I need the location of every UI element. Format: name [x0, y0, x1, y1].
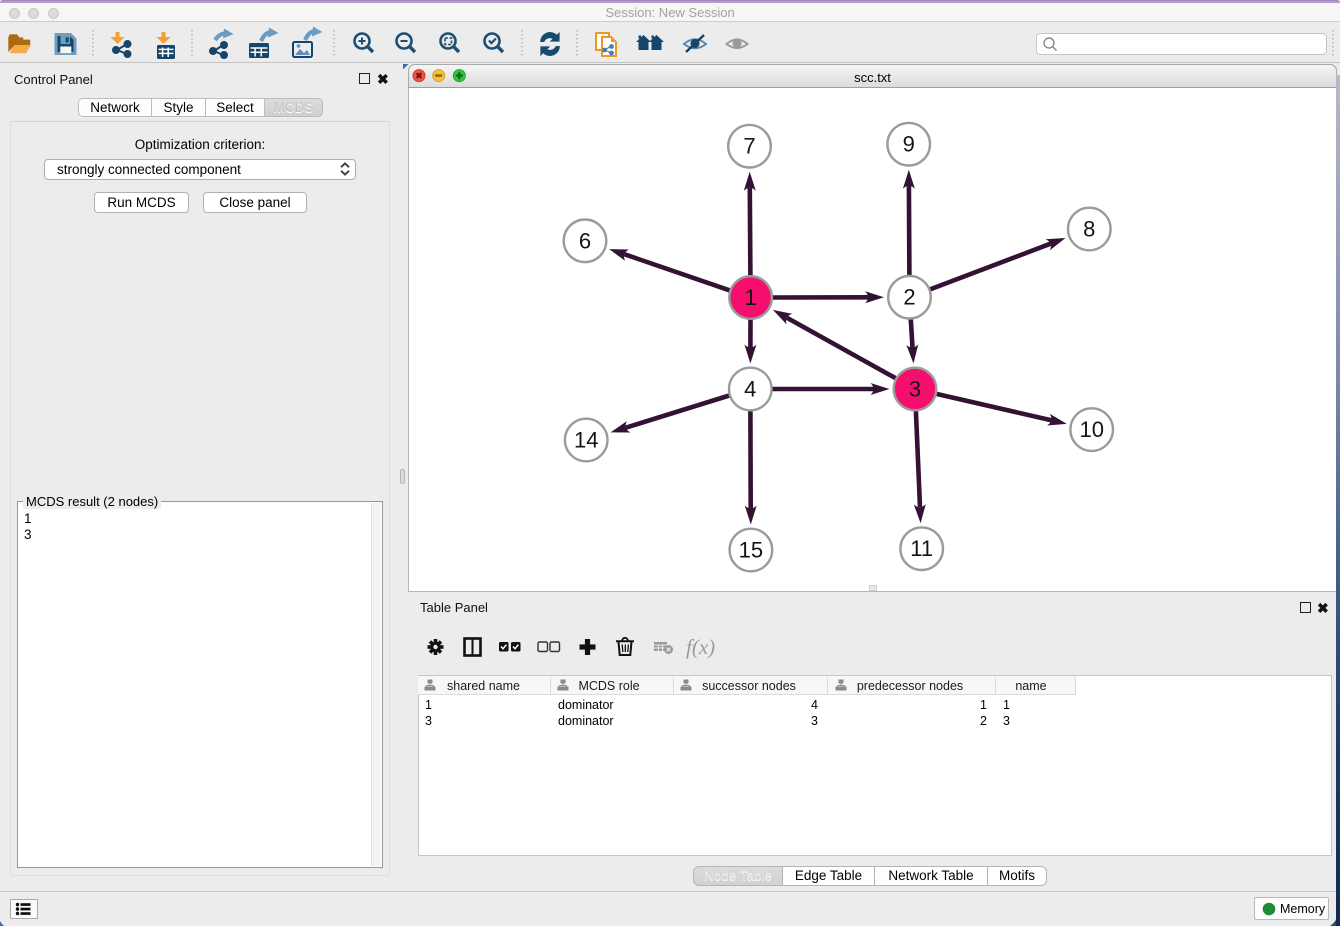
svg-text:2: 2 — [903, 285, 915, 310]
svg-text:11: 11 — [910, 536, 933, 561]
svg-text:6: 6 — [579, 228, 591, 253]
svg-text:15: 15 — [739, 538, 763, 563]
svg-text:4: 4 — [744, 377, 756, 402]
svg-text:10: 10 — [1079, 417, 1103, 442]
svg-text:8: 8 — [1083, 217, 1095, 242]
svg-text:1: 1 — [744, 285, 756, 310]
svg-text:3: 3 — [909, 377, 921, 402]
svg-text:9: 9 — [903, 132, 915, 157]
svg-text:7: 7 — [743, 134, 755, 159]
svg-text:f(x): f(x) — [686, 635, 715, 659]
svg-text:14: 14 — [574, 428, 598, 453]
